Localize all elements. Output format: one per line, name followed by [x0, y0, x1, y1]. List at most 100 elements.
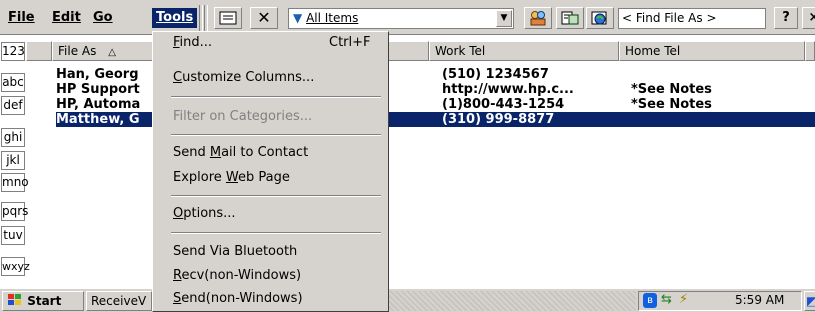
cell-work-tel: (1)800-443-1254	[442, 97, 565, 112]
beam-icon	[561, 11, 579, 25]
menu-separator	[171, 232, 381, 234]
menu-item-find-shortcut: Ctrl+F	[329, 35, 371, 50]
menu-separator	[171, 96, 381, 98]
cell-home-tel: *See Notes	[631, 82, 712, 97]
windows-flag-icon	[8, 294, 21, 305]
cell-file-as: Han, Georg	[56, 67, 139, 82]
column-header-work-tel[interactable]: Work Tel	[429, 41, 619, 61]
delete-icon: ✕	[257, 8, 271, 27]
menu-toolbar: File Edit Go Tools ✕ ▼ All Items ▼ < Fin…	[0, 0, 815, 35]
start-label: Start	[27, 294, 62, 308]
menu-edit-label: Edit	[52, 10, 81, 25]
menu-item-options-label: Options...	[173, 206, 236, 221]
index-tab-123[interactable]: 123	[1, 42, 25, 61]
column-header-filler	[805, 41, 815, 61]
index-tab-wxyz[interactable]: wxyz	[1, 257, 30, 276]
help-button[interactable]: ?	[774, 7, 798, 29]
menu-item-explore-web[interactable]: Explore Web Page	[153, 167, 388, 189]
toolbar-separator	[204, 5, 208, 31]
close-button[interactable]: ×	[802, 7, 815, 29]
menu-separator	[171, 195, 381, 197]
desktop-icon: ◩	[806, 294, 815, 308]
menu-go-label: Go	[93, 10, 113, 25]
cell-work-tel: http://www.hp.c...	[442, 82, 574, 97]
desktop-button[interactable]: ◩	[804, 291, 815, 311]
column-header-home-tel-label: Home Tel	[625, 44, 681, 58]
category-filter-select[interactable]: ▼ All Items ▼	[288, 8, 514, 29]
beam-contact-button[interactable]	[556, 7, 584, 29]
start-button[interactable]: Start	[2, 291, 84, 311]
help-icon: ?	[782, 10, 790, 25]
index-tab-label: pqrs	[2, 204, 29, 218]
menu-tools-label: Tools	[156, 10, 194, 25]
delete-button[interactable]: ✕	[250, 7, 278, 29]
close-icon: ×	[808, 10, 815, 25]
menu-go[interactable]: Go	[89, 8, 117, 28]
menu-edit[interactable]: Edit	[48, 8, 85, 28]
index-tab-label: tuv	[3, 228, 23, 242]
taskbar: Start ReceiveV ʙ ⇆ ⚡ 5:59 AM ◩	[0, 288, 815, 312]
menu-item-send-mail[interactable]: Send Mail to Contact	[153, 142, 388, 164]
menu-item-filter-categories[interactable]: Filter on Categories...	[153, 106, 388, 128]
menu-item-send-mail-label: Send Mail to Contact	[173, 145, 309, 160]
clock[interactable]: 5:59 AM	[735, 293, 784, 307]
index-tab-tuv[interactable]: tuv	[1, 226, 25, 245]
cell-work-tel: (510) 1234567	[442, 67, 549, 82]
index-tab-abc[interactable]: abc	[1, 73, 25, 92]
address-book-button[interactable]	[524, 7, 552, 29]
menu-item-options[interactable]: Options...	[153, 203, 388, 225]
contact-card-button[interactable]	[214, 7, 242, 29]
index-tab-label: def	[3, 98, 23, 112]
network-icon[interactable]: ⇆	[661, 292, 672, 307]
menu-item-send-label: Send(non-Windows)	[173, 291, 303, 306]
menu-item-customize-columns[interactable]: Customize Columns...	[153, 67, 388, 89]
sort-ascending-icon: △	[108, 47, 116, 58]
column-header-home-tel[interactable]: Home Tel	[619, 41, 805, 61]
index-tab-label: mno	[2, 175, 29, 189]
find-input[interactable]: < Find File As >	[618, 8, 766, 29]
tools-menu: Find... Ctrl+F Customize Columns... Filt…	[152, 31, 389, 312]
menu-item-recv-label: Recv(non-Windows)	[173, 268, 302, 283]
find-input-text: < Find File As >	[622, 11, 717, 25]
bluetooth-icon[interactable]: ʙ	[643, 293, 657, 308]
menu-item-send-bluetooth[interactable]: Send Via Bluetooth	[153, 241, 388, 263]
index-tab-jkl[interactable]: jkl	[1, 151, 25, 170]
menu-item-bluetooth-label: Send Via Bluetooth	[173, 244, 298, 259]
menu-item-recv-non-windows[interactable]: Recv(non-Windows)	[153, 265, 388, 287]
filter-label: All Items	[306, 11, 359, 25]
cell-file-as: HP, Automa	[56, 97, 141, 112]
header-corner	[26, 41, 52, 61]
taskbar-task-label: ReceiveV	[91, 294, 147, 308]
menu-file[interactable]: File	[4, 8, 39, 28]
cell-home-tel: *See Notes	[631, 97, 712, 112]
menu-separator	[171, 134, 381, 136]
taskbar-empty-area	[389, 291, 636, 311]
index-tab-label: wxyz	[2, 260, 30, 273]
index-tab-label: ghi	[3, 130, 23, 144]
power-icon[interactable]: ⚡	[679, 292, 688, 307]
menu-file-label: File	[8, 10, 35, 25]
system-tray: ʙ ⇆ ⚡ 5:59 AM	[638, 291, 802, 311]
taskbar-task-receive[interactable]: ReceiveV	[86, 291, 152, 311]
index-tab-pqrs[interactable]: pqrs	[1, 202, 29, 221]
column-header-file-as-label: File As	[58, 44, 97, 58]
index-tab-label: abc	[2, 75, 24, 89]
cell-file-as: Matthew, G	[56, 112, 140, 127]
menu-item-find-label: Find...	[173, 35, 213, 50]
send-contact-button[interactable]	[586, 7, 614, 29]
index-tab-ghi[interactable]: ghi	[1, 128, 25, 147]
menu-item-filter-label: Filter on Categories...	[173, 109, 313, 124]
cell-work-tel: (310) 999-8877	[442, 112, 555, 127]
contacts-screen: File Edit Go Tools ✕ ▼ All Items ▼ < Fin…	[0, 0, 815, 312]
index-tab-label: jkl	[6, 153, 20, 167]
index-tab-mno[interactable]: mno	[1, 173, 29, 192]
index-tab-def[interactable]: def	[1, 96, 25, 115]
filter-funnel-icon: ▼	[293, 11, 303, 25]
menu-item-customize-label: Customize Columns...	[173, 70, 315, 85]
index-tab-label: 123	[2, 44, 25, 58]
menu-item-find[interactable]: Find... Ctrl+F	[153, 32, 388, 54]
menu-item-send-non-windows[interactable]: Send(non-Windows)	[153, 288, 388, 310]
cell-file-as: HP Support	[56, 82, 140, 97]
contact-card-icon	[219, 11, 237, 25]
menu-tools[interactable]: Tools	[152, 8, 198, 28]
